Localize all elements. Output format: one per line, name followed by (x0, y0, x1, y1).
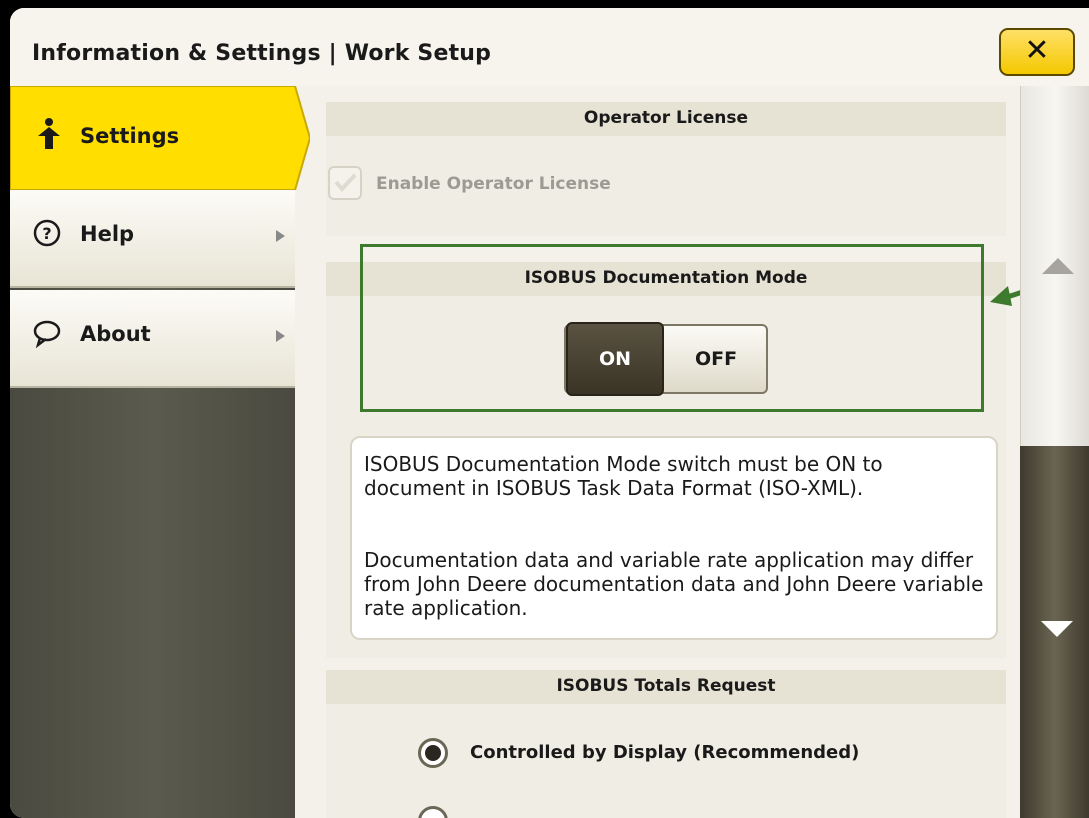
title-bar: Information & Settings | Work Setup ✕ (10, 8, 1089, 86)
arrow-up-icon (1042, 258, 1074, 274)
isobus-totals-heading: ISOBUS Totals Request (326, 670, 1006, 704)
sidebar-item-label: Help (80, 222, 135, 246)
info-paragraph-2: Documentation data and variable rate app… (364, 548, 984, 620)
highlight-box (360, 244, 984, 412)
info-box: ISOBUS Documentation Mode switch must be… (350, 436, 998, 640)
operator-license-checkbox[interactable] (328, 166, 362, 200)
check-icon (334, 173, 357, 193)
scrollbar[interactable] (1020, 86, 1089, 818)
sidebar: Settings ? Help About (10, 86, 310, 818)
sidebar-item-label: About (80, 322, 151, 346)
radio-label: Controlled by Display (Recommended) (470, 742, 860, 763)
sidebar-item-settings[interactable]: Settings (10, 86, 310, 190)
main-content: Operator License Enable Operator License… (310, 86, 1020, 818)
sidebar-item-help[interactable]: ? Help (10, 190, 295, 288)
speech-bubble-icon (33, 320, 61, 348)
operator-license-label: Enable Operator License (376, 174, 611, 194)
app-window: Information & Settings | Work Setup ✕ Se… (10, 8, 1089, 818)
scroll-down-button[interactable] (1020, 446, 1089, 818)
chevron-right-icon (276, 230, 285, 242)
sidebar-item-about[interactable]: About (10, 290, 295, 388)
radio-dot (425, 745, 441, 761)
info-paragraph-1: ISOBUS Documentation Mode switch must be… (364, 452, 883, 500)
radio-controlled-by-display[interactable] (418, 738, 448, 768)
close-button[interactable]: ✕ (999, 28, 1075, 76)
sidebar-item-label: Settings (80, 124, 180, 148)
close-icon: ✕ (1024, 33, 1050, 68)
person-up-icon (38, 118, 60, 149)
page-title: Information & Settings | Work Setup (32, 41, 492, 66)
svg-text:?: ? (42, 224, 51, 243)
operator-license-heading: Operator License (326, 102, 1006, 136)
scroll-up-button[interactable] (1020, 86, 1089, 446)
help-circle-icon: ? (33, 219, 61, 247)
arrow-down-icon (1041, 621, 1073, 637)
chevron-right-icon (276, 330, 285, 342)
